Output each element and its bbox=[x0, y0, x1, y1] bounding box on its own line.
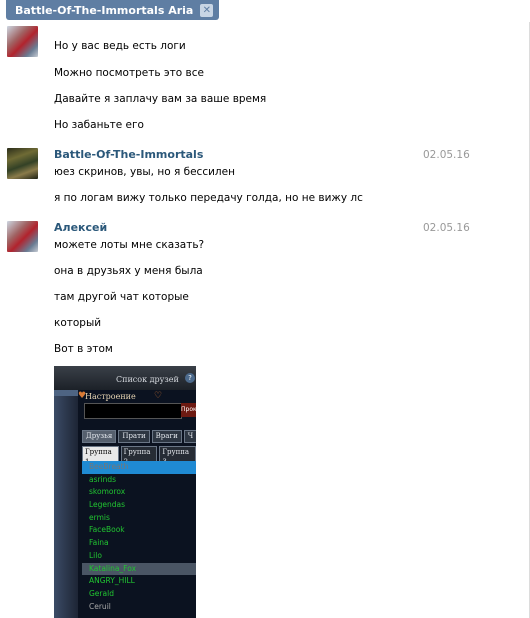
friend-row: Gerald bbox=[89, 588, 114, 598]
friends-tabs: Друзья Прати Враги Ч bbox=[82, 430, 196, 443]
message-text: я по логам вижу только передачу голда, н… bbox=[54, 192, 363, 204]
mood-button: Прок bbox=[181, 403, 196, 417]
message-text: Но забаньте его bbox=[54, 119, 144, 131]
friend-row: Legendas bbox=[89, 500, 126, 510]
help-icon: ? bbox=[185, 373, 195, 383]
message-author[interactable]: Алексей bbox=[54, 221, 107, 234]
message-author[interactable]: Battle-Of-The-Immortals bbox=[54, 148, 203, 161]
close-icon[interactable]: ✕ bbox=[200, 3, 214, 17]
message-text: она в друзьях у меня была bbox=[54, 265, 203, 277]
avatar[interactable] bbox=[7, 148, 38, 179]
tab-other: Ч bbox=[183, 430, 196, 443]
avatar[interactable] bbox=[7, 221, 38, 252]
tab-enemies: Враги bbox=[151, 430, 182, 443]
friend-row: ANGRY_HILL bbox=[89, 576, 135, 586]
message-text: можете лоты мне сказать? bbox=[54, 239, 205, 251]
message-text: Вот в этом bbox=[54, 343, 113, 355]
message-date: 02.05.16 bbox=[423, 222, 470, 234]
friend-row: BeeBreath bbox=[82, 461, 196, 474]
friend-row: skomorox bbox=[89, 487, 126, 497]
attached-screenshot[interactable]: Список друзей ? ♥ Настроение ♡ Прок Друз… bbox=[54, 366, 196, 618]
mood-input bbox=[84, 403, 182, 419]
message-text: который bbox=[54, 317, 102, 329]
friends-list: BeeBreath asrinds skomorox Legendas ermi… bbox=[82, 461, 196, 613]
friend-row: Katalina_Fox bbox=[82, 562, 196, 576]
friend-row: Lilo bbox=[89, 550, 102, 560]
avatar[interactable] bbox=[7, 26, 38, 57]
tab-friends: Друзья bbox=[82, 430, 117, 443]
friend-row: ermis bbox=[89, 512, 110, 522]
friend-row: FaceBook bbox=[89, 525, 125, 535]
tab-bar: Battle-Of-The-Immortals Aria ✕ bbox=[0, 0, 530, 22]
message-text: Можно посмотреть это все bbox=[54, 67, 204, 79]
friend-row: Ceruil bbox=[89, 601, 111, 611]
message-text: Но у вас ведь есть логи bbox=[54, 40, 186, 52]
friends-window-titlebar: Список друзей ? bbox=[54, 366, 196, 390]
message-text: там другой чат которые bbox=[54, 291, 189, 303]
chat-tab[interactable]: Battle-Of-The-Immortals Aria ✕ bbox=[6, 0, 220, 20]
friend-row: Faina bbox=[89, 538, 109, 548]
chat-tab-title: Battle-Of-The-Immortals Aria bbox=[15, 3, 194, 17]
heart-icon: ♡ bbox=[154, 391, 163, 401]
friends-window-title: Список друзей bbox=[116, 375, 179, 384]
message-text: Давайте я заплачу вам за ваше время bbox=[54, 93, 267, 105]
message-date: 02.05.16 bbox=[423, 149, 470, 161]
tab-party: Прати bbox=[118, 430, 150, 443]
mood-label: Настроение bbox=[85, 392, 136, 401]
friend-row: asrinds bbox=[89, 474, 117, 484]
screenshot-side-panel bbox=[54, 366, 78, 618]
message-text: юез скринов, увы, но я бессилен bbox=[54, 166, 235, 178]
